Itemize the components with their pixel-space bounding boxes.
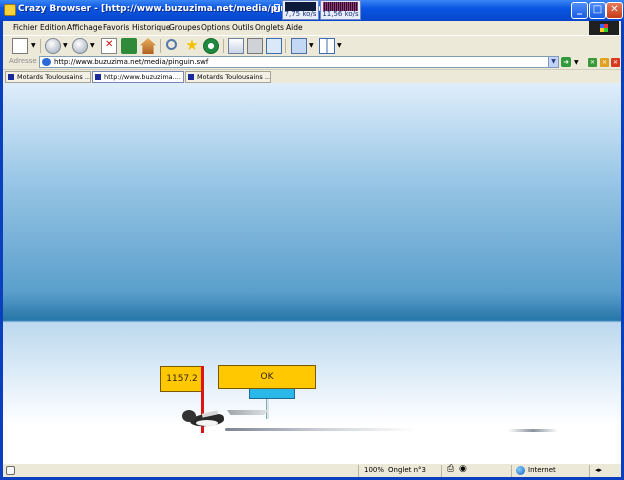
go-dropdown-icon[interactable]: ▼ [574, 59, 579, 66]
mail-icon[interactable] [228, 38, 244, 54]
menu-affichage[interactable]: Affichage [67, 23, 102, 32]
menu-edition[interactable]: Edition [40, 23, 66, 32]
slide-trail [225, 428, 415, 431]
tab-favicon-icon [95, 74, 101, 80]
maximize-button[interactable]: □ [589, 2, 606, 19]
status-bar: 100% Onglet n°3 ⎙ ◉ Internet ◂▸ [3, 463, 621, 477]
new-page-icon[interactable] [12, 38, 28, 54]
launch-ramp [227, 410, 269, 415]
menu-favoris[interactable]: Favoris [103, 23, 129, 32]
favorites-icon[interactable]: ★ [184, 38, 200, 54]
history-icon[interactable] [203, 38, 219, 54]
distance-sign: 1157.2 [160, 366, 204, 392]
tab-favicon-icon [8, 74, 14, 80]
back-icon[interactable] [45, 38, 61, 54]
stop-icon[interactable] [101, 38, 117, 54]
menu-aide[interactable]: Aide [286, 23, 303, 32]
minimize-button[interactable]: _ [571, 2, 588, 19]
tile-dropdown-icon[interactable]: ▼ [337, 42, 342, 49]
tab-number: Onglet n°3 [388, 466, 427, 474]
yellow-icon[interactable]: ✕ [600, 58, 609, 67]
game-canvas[interactable]: 1156 OK 1157.2 [3, 83, 621, 463]
refresh-icon[interactable] [121, 38, 137, 54]
menu-fichier[interactable]: Fichier [13, 23, 38, 32]
tab-bar: Motards Toulousains ... http://www.buzuz… [3, 69, 621, 83]
menu-historique[interactable]: Historique [132, 23, 170, 32]
shadow-trail [508, 429, 558, 432]
view-icon[interactable] [291, 38, 307, 54]
menu-outils[interactable]: Outils [232, 23, 254, 32]
penguin [180, 408, 228, 430]
globe-icon [516, 466, 525, 475]
popup-blocker-icon[interactable]: ⎙ [447, 464, 454, 474]
lock-icon [274, 4, 280, 12]
tab-label: http://www.buzuzima.... [104, 73, 181, 81]
address-value[interactable]: http://www.buzuzima.net/media/pinguin.sw… [54, 58, 208, 66]
new-page-dropdown-icon[interactable]: ▼ [31, 42, 36, 49]
app-icon [4, 4, 16, 16]
zone-label: Internet [528, 466, 556, 474]
forward-dropdown-icon[interactable]: ▼ [90, 42, 95, 49]
back-dropdown-icon[interactable]: ▼ [63, 42, 68, 49]
ok-sign[interactable]: OK [218, 365, 316, 389]
maximize-icon: □ [592, 4, 603, 15]
red-icon[interactable]: ✕ [611, 58, 620, 67]
status-page-icon [6, 466, 15, 475]
tab-1[interactable]: Motards Toulousains ... [5, 71, 91, 83]
forward-icon[interactable] [72, 38, 88, 54]
address-bar: Adresse http://www.buzuzima.net/media/pi… [3, 55, 621, 69]
tab-2[interactable]: http://www.buzuzima.... [92, 71, 184, 83]
tab-favicon-icon [188, 74, 194, 80]
edit-icon[interactable] [266, 38, 282, 54]
menu-bar: Fichier Edition Affichage Favoris Histor… [3, 21, 621, 36]
menu-groupes[interactable]: Groupes [169, 23, 200, 32]
upload-speed: 11,56 ko/s [322, 10, 359, 18]
home-icon[interactable] [140, 38, 156, 54]
close-icon: ✕ [610, 4, 619, 15]
tab-label: Motards Toulousains ... [197, 73, 271, 81]
print-icon[interactable] [247, 38, 263, 54]
upload-meter: 11,56 ko/s [320, 0, 361, 20]
menu-options[interactable]: Options [201, 23, 230, 32]
address-label: Adresse [9, 57, 37, 65]
download-speed: 7,75 ko/s [284, 10, 317, 18]
brand-logo [589, 21, 619, 36]
minimize-icon: _ [577, 4, 582, 15]
zoom-level[interactable]: 100% [364, 466, 384, 474]
eye-icon[interactable]: ◉ [459, 464, 467, 474]
view-dropdown-icon[interactable]: ▼ [309, 42, 314, 49]
prev-icon[interactable]: ◂▸ [595, 466, 602, 474]
menu-onglets[interactable]: Onglets [255, 23, 284, 32]
download-meter: 7,75 ko/s [282, 0, 319, 20]
green-icon[interactable]: ✕ [588, 58, 597, 67]
search-icon[interactable] [166, 39, 177, 50]
address-input[interactable]: http://www.buzuzima.net/media/pinguin.sw… [39, 56, 559, 68]
address-dropdown-icon[interactable]: ▼ [548, 57, 558, 67]
page-icon [42, 58, 51, 66]
toolbar: ▼ ▼ ▼ ★ ▼ ▼ [3, 35, 621, 55]
close-button[interactable]: ✕ [606, 2, 623, 19]
tab-label: Motards Toulousains ... [17, 73, 91, 81]
tab-3[interactable]: Motards Toulousains ... [185, 71, 271, 83]
title-bar: Crazy Browser - [http://www.buzuzima.net… [0, 0, 624, 21]
go-icon[interactable]: ➜ [561, 57, 571, 67]
tile-icon[interactable] [319, 38, 335, 54]
